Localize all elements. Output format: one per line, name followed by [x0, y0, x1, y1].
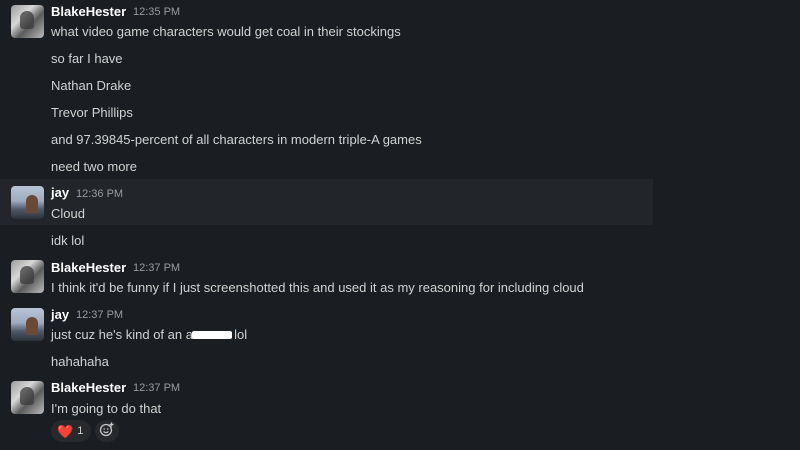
timestamp[interactable]: 12:37 PM [133, 382, 180, 394]
message-text: Nathan Drake [51, 78, 132, 93]
timestamp[interactable]: 12:35 PM [133, 6, 180, 18]
redacted-word: sshole [191, 327, 232, 342]
chat-message-list: BlakeHester 12:35 PM what video game cha… [0, 0, 800, 450]
message-text: what video game characters would get coa… [51, 24, 401, 39]
blake-avatar[interactable] [11, 5, 44, 38]
add-emoji-icon [99, 421, 115, 442]
message-text: I think it'd be funny if I just screensh… [51, 280, 584, 295]
username-blake[interactable]: BlakeHester [51, 4, 126, 19]
username-jay[interactable]: jay [51, 307, 69, 322]
jay-avatar[interactable] [11, 186, 44, 219]
message-text: idk lol [51, 233, 85, 248]
add-reaction-button[interactable] [95, 420, 119, 442]
message-text: hahahaha [51, 354, 109, 369]
message-text: need two more [51, 159, 137, 174]
timestamp[interactable]: 12:37 PM [133, 262, 180, 274]
timestamp[interactable]: 12:37 PM [76, 309, 123, 321]
hovered-message-highlight [0, 179, 653, 225]
message-text: Trevor Phillips [51, 105, 133, 120]
message-text-part: just cuz he's kind of an a [51, 327, 193, 342]
message-text: Cloud [51, 206, 85, 221]
message-text-redacted: just cuz he's kind of an asshole lol [51, 327, 247, 342]
message-text: and 97.39845-percent of all characters i… [51, 132, 422, 147]
username-blake[interactable]: BlakeHester [51, 260, 126, 275]
blake-avatar[interactable] [11, 260, 44, 293]
reaction-heart[interactable]: ❤️ 1 [51, 420, 92, 442]
username-blake[interactable]: BlakeHester [51, 380, 126, 395]
heart-icon: ❤️ [57, 423, 74, 439]
message-text: so far I have [51, 51, 123, 66]
jay-avatar[interactable] [11, 308, 44, 341]
timestamp[interactable]: 12:36 PM [76, 188, 123, 200]
reaction-count: 1 [77, 425, 84, 437]
message-text-part: lol [230, 327, 248, 342]
username-jay[interactable]: jay [51, 185, 69, 200]
blake-avatar[interactable] [11, 381, 44, 414]
message-text: I'm going to do that [51, 401, 162, 416]
